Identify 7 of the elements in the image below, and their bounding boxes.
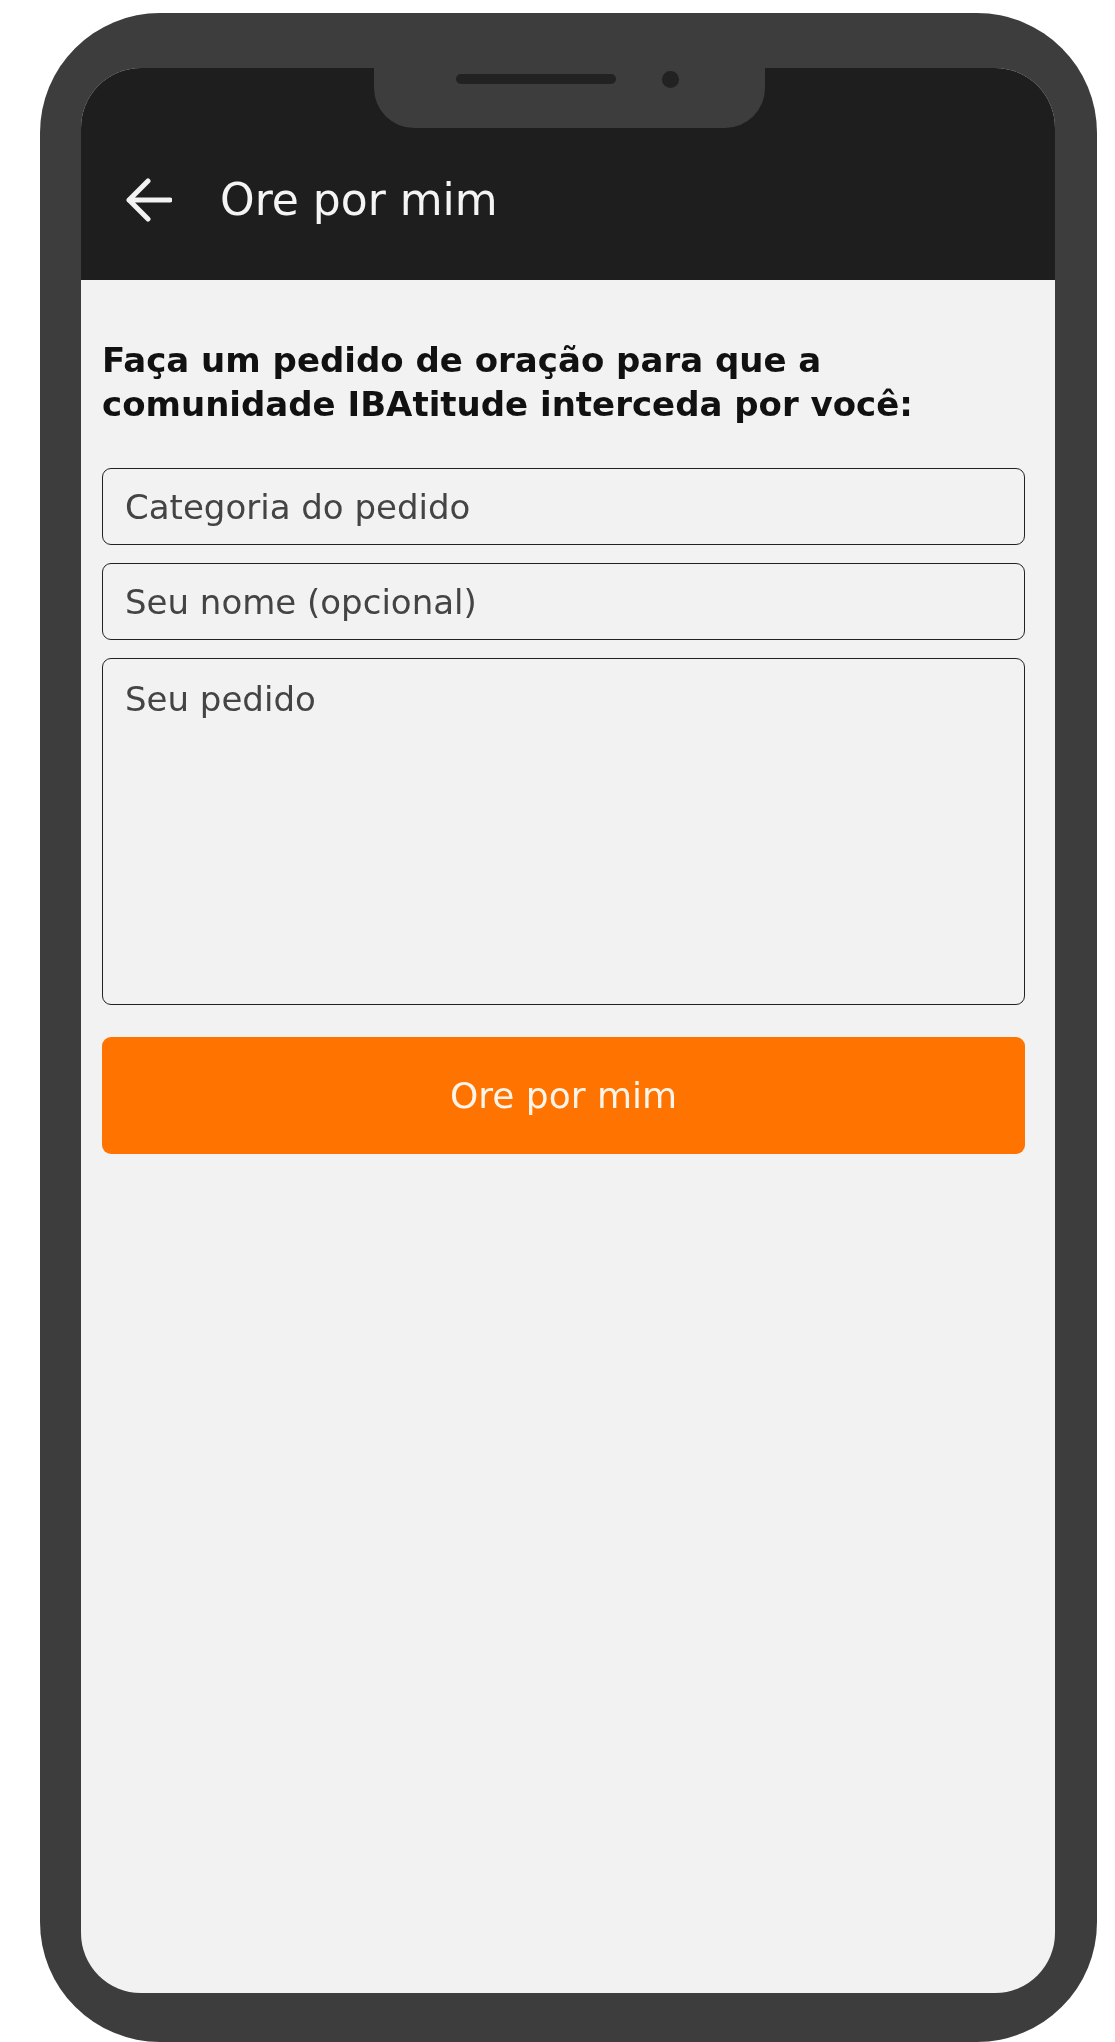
- screen-title: Ore por mim: [220, 173, 498, 227]
- submit-button[interactable]: Ore por mim: [102, 1037, 1025, 1155]
- category-field[interactable]: Categoria do pedido: [102, 468, 1025, 546]
- prayer-request-prompt: Faça um pedido de oração para que a comunidade IBAtitude interceda por você:: [102, 339, 914, 427]
- request-field[interactable]: Seu pedido: [102, 658, 1025, 1006]
- name-field[interactable]: Seu nome (opcional): [102, 563, 1025, 641]
- back-arrow-icon[interactable]: [124, 178, 172, 222]
